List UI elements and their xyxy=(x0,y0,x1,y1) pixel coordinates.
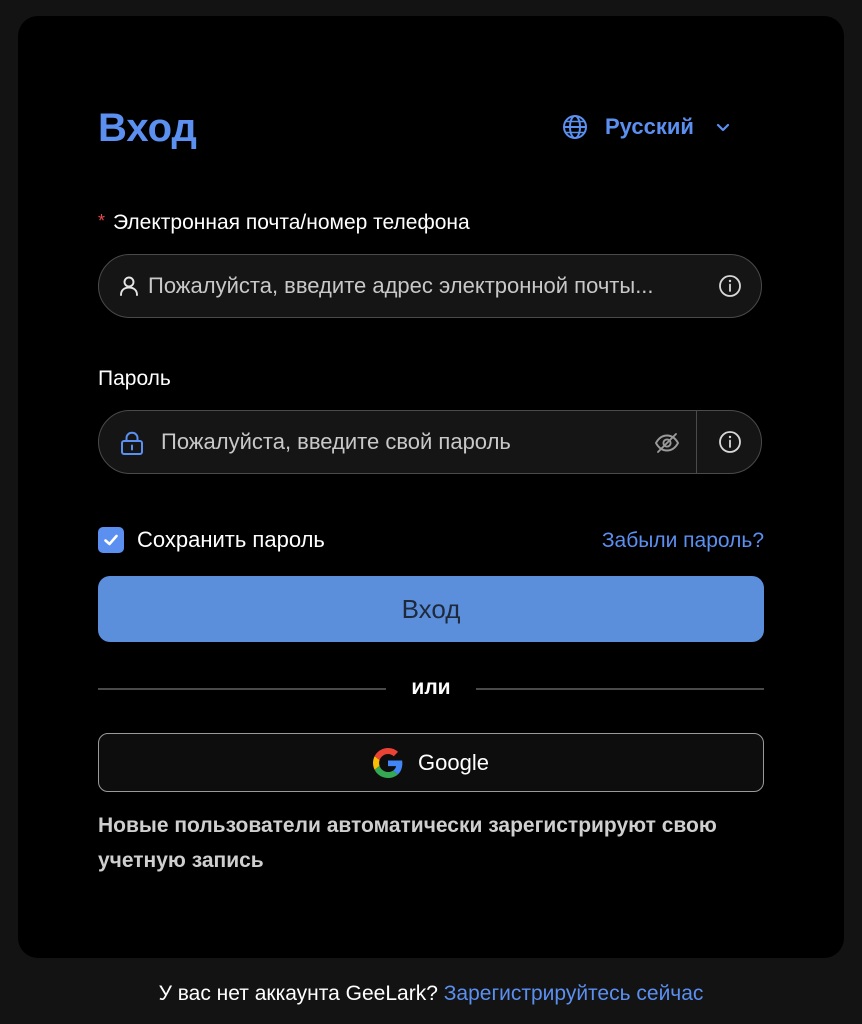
info-icon[interactable] xyxy=(718,274,742,298)
signup-prompt-text: У вас нет аккаунта GeeLark? xyxy=(158,982,438,1005)
required-mark: * xyxy=(98,211,106,231)
auto-register-notice: Новые пользователи автоматически зарегис… xyxy=(98,814,717,872)
forgot-password-link[interactable]: Забыли пароль? xyxy=(602,529,764,553)
divider-line-left xyxy=(98,688,386,690)
email-input[interactable] xyxy=(148,255,716,317)
field-divider xyxy=(696,411,697,473)
divider-line-right xyxy=(476,688,764,690)
page-title: Вход xyxy=(98,106,197,150)
email-label: * Электронная почта/номер телефона xyxy=(98,208,470,236)
password-input[interactable] xyxy=(161,411,641,473)
email-label-text: Электронная почта/номер телефона xyxy=(113,211,470,234)
email-field[interactable] xyxy=(98,254,762,318)
remember-password[interactable]: Сохранить пароль xyxy=(98,527,325,553)
check-icon xyxy=(104,534,118,546)
lock-icon xyxy=(119,430,145,456)
language-selector[interactable]: Русский xyxy=(562,112,732,142)
remember-label: Сохранить пароль xyxy=(137,527,325,552)
eye-off-icon[interactable] xyxy=(654,431,680,455)
login-card: Вход Русский * Электронная почта/номер те… xyxy=(18,16,844,958)
google-label: Google xyxy=(418,749,489,775)
signup-link[interactable]: Зарегистрируйтесь сейчас xyxy=(444,982,704,1005)
remember-checkbox[interactable] xyxy=(98,527,124,553)
google-icon xyxy=(373,747,403,778)
signup-prompt: У вас нет аккаунта GeeLark? Зарегистриру… xyxy=(0,982,862,1006)
chevron-down-icon xyxy=(714,118,732,136)
info-icon[interactable] xyxy=(718,430,742,454)
google-login-button[interactable]: Google xyxy=(98,733,764,792)
user-icon xyxy=(118,275,140,297)
language-label: Русский xyxy=(605,114,694,139)
login-button[interactable]: Вход xyxy=(98,576,764,642)
password-label: Пароль xyxy=(98,367,171,390)
globe-icon xyxy=(562,114,588,140)
divider-text: или xyxy=(411,676,451,699)
password-field[interactable] xyxy=(98,410,762,474)
